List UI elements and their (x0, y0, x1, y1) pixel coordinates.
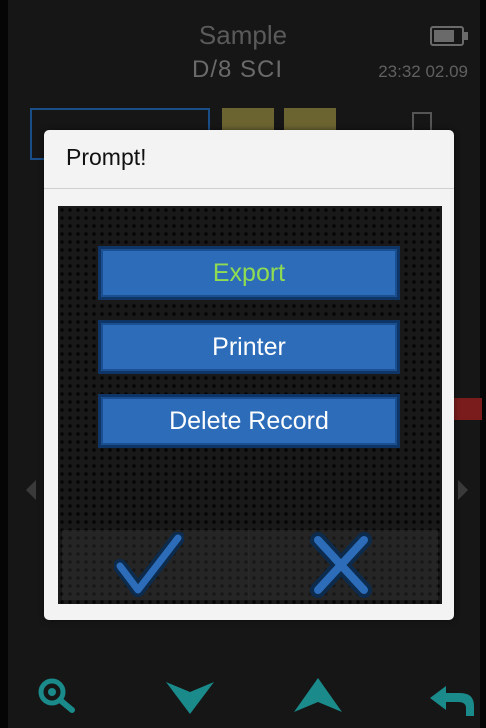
battery-icon (430, 26, 468, 46)
delete-record-button[interactable]: Delete Record (98, 394, 400, 448)
color-swatch (222, 108, 274, 130)
cross-icon (310, 532, 372, 598)
screen-bezel-right (480, 0, 486, 728)
color-swatch (284, 108, 336, 130)
screen-title: Sample (198, 20, 288, 50)
dialog-body: Export Printer Delete Record (58, 206, 442, 604)
divider (44, 188, 454, 189)
dialog-action-bar (62, 530, 438, 600)
prompt-dialog: Prompt! Export Printer Delete Record (44, 130, 454, 620)
search-icon[interactable] (36, 676, 78, 716)
back-icon[interactable] (426, 682, 478, 718)
printer-button[interactable]: Printer (98, 320, 400, 374)
color-bar (452, 398, 482, 420)
checkbox-icon (412, 112, 432, 132)
right-arrow-icon (458, 480, 468, 500)
left-arrow-icon (26, 480, 36, 500)
cancel-button[interactable] (306, 532, 376, 598)
divider (248, 530, 249, 600)
measurement-mode: D/8 SCI (192, 56, 284, 83)
checkmark-icon (113, 531, 185, 597)
up-arrow-icon[interactable] (292, 676, 344, 714)
export-button[interactable]: Export (98, 246, 400, 300)
screen-bezel-left (0, 0, 8, 728)
device-screen: Sample D/8 SCI 23:32 02.09 Prompt! Expor… (0, 0, 486, 728)
confirm-button[interactable] (113, 531, 185, 598)
dialog-title: Prompt! (66, 144, 147, 170)
down-arrow-icon[interactable] (164, 680, 216, 716)
date-time: 23:32 02.09 (378, 62, 468, 81)
